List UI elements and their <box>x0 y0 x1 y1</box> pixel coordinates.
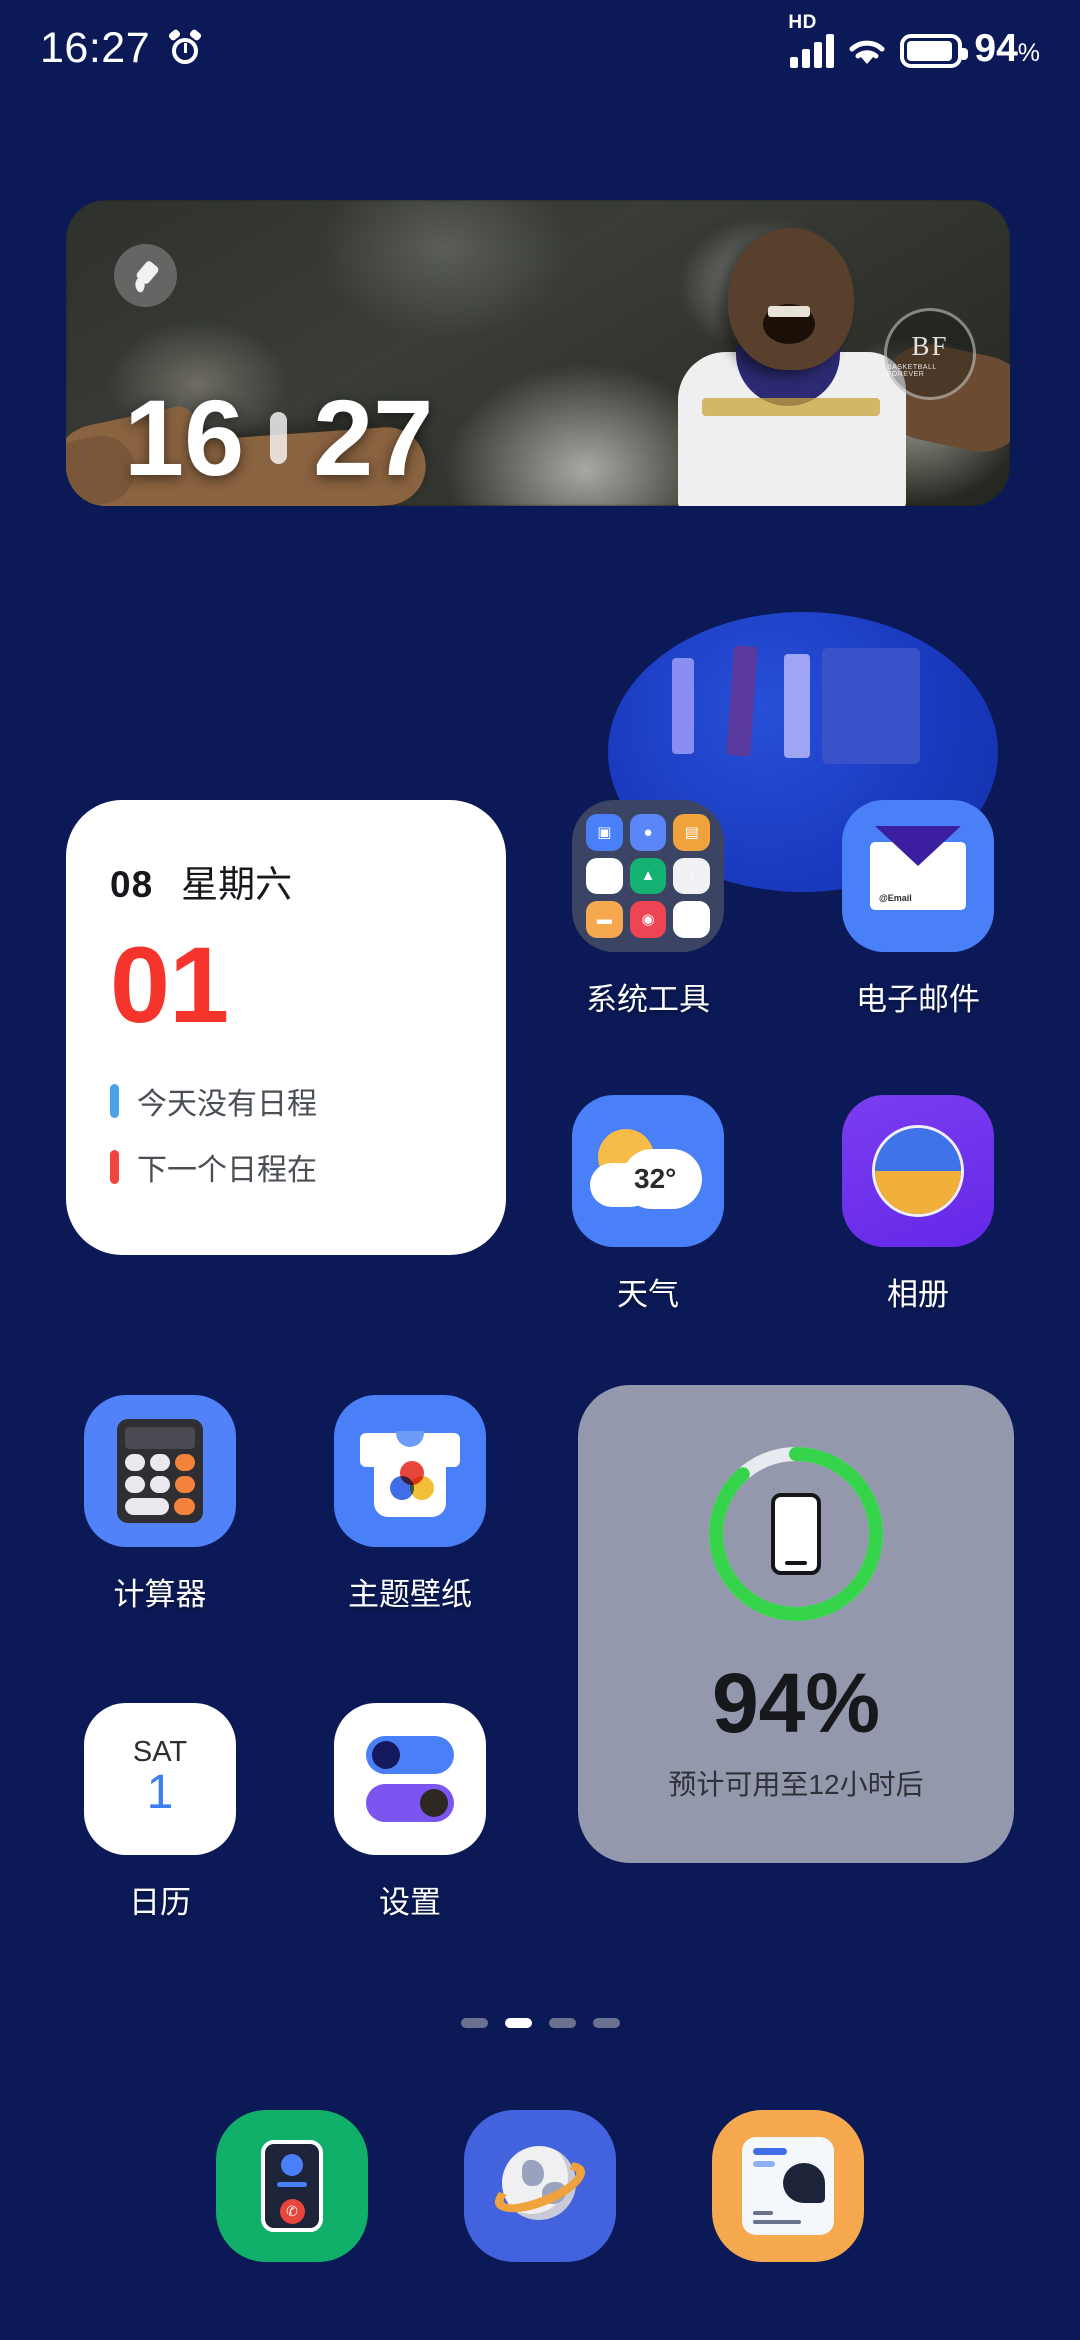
app-label: 相册 <box>887 1277 949 1312</box>
calendar-icon[interactable]: SAT 1 <box>84 1703 236 1855</box>
dock: ✆ <box>0 2110 1080 2262</box>
photo-clock-widget[interactable]: BF BASKETBALL FOREVER 16 27 <box>66 200 1010 506</box>
battery-percent-value: 94 <box>974 26 1018 70</box>
compass-icon: ◉ <box>629 901 667 938</box>
calendar-icon-day-abbr: SAT <box>132 1736 188 1769</box>
event-text: 下一个日程在 <box>137 1153 317 1187</box>
music-icon: ♪ <box>673 857 710 895</box>
notes-icon: ▤ <box>673 814 710 851</box>
app-system-tools[interactable]: ▣ ● ▤ ▦ ▲ ♪ ▬ ◉ ◐ 系统工具 <box>548 800 748 1019</box>
app-label: 设置 <box>379 1885 441 1920</box>
tools-icon: ▬ <box>586 901 623 938</box>
wifi-icon <box>846 34 888 68</box>
hd-indicator: HD <box>788 12 835 68</box>
clock-hours: 16 <box>124 377 245 498</box>
event-text: 今天没有日程 <box>137 1087 317 1121</box>
app-weather[interactable]: 32° 天气 <box>548 1095 748 1314</box>
watermark-initials: BF <box>911 330 949 361</box>
calendar-event-row[interactable]: 下一个日程在 <box>110 1145 506 1189</box>
watermark-subtitle: BASKETBALL FOREVER <box>887 363 937 378</box>
app-calculator[interactable]: 计算器 <box>60 1395 260 1614</box>
battery-ring <box>701 1439 891 1629</box>
app-email[interactable]: @Email 电子邮件 <box>818 800 1018 1019</box>
status-bar-left: 16:27 <box>40 23 203 73</box>
calendar-month: 08 <box>110 864 154 905</box>
alarm-clock-icon <box>167 28 203 65</box>
status-bar: 16:27 HD 94% <box>0 0 1080 96</box>
battery-widget-percent: 94% <box>711 1656 881 1750</box>
toggles-icon[interactable] <box>334 1703 486 1855</box>
envelope-icon[interactable]: @Email <box>842 800 994 952</box>
hd-label: HD <box>788 11 817 33</box>
calendar-day-number: 01 <box>110 924 229 1045</box>
app-label: 天气 <box>617 1277 679 1312</box>
app-themes[interactable]: 主题壁纸 <box>310 1395 510 1614</box>
battery-widget-estimate: 预计可用至12小时后 <box>668 1769 924 1800</box>
page-indicator <box>0 2018 1080 2028</box>
widget-clock: 16 27 <box>124 384 433 492</box>
pencil-edit-icon[interactable] <box>114 244 177 307</box>
calendar-day-of-week: 星期六 <box>181 864 293 905</box>
app-label: 电子邮件 <box>856 982 980 1017</box>
gallery-circle-icon[interactable] <box>842 1095 994 1247</box>
battery-icon <box>900 33 969 68</box>
app-label: 主题壁纸 <box>348 1577 472 1612</box>
clock-separator <box>270 412 288 464</box>
calendar-widget[interactable]: 08 星期六 01 今天没有日程 下一个日程在 <box>66 800 506 1255</box>
camera-icon: ● <box>629 814 667 851</box>
clock-minutes: 27 <box>313 377 434 498</box>
weather-temperature: 32° <box>634 1163 677 1194</box>
calculator-icon[interactable] <box>84 1395 236 1547</box>
phone-manager-icon: ◐ <box>673 901 710 938</box>
battery-widget[interactable]: 94% 预计可用至12小时后 <box>578 1385 1014 1863</box>
message-bubble-icon[interactable] <box>712 2110 864 2262</box>
folder-icon[interactable]: ▣ ● ▤ ▦ ▲ ♪ ▬ ◉ ◐ <box>572 800 724 952</box>
app-calendar[interactable]: SAT 1 日历 <box>60 1703 260 1922</box>
page-dot-active[interactable] <box>504 2018 532 2028</box>
app-store-icon: ▣ <box>586 814 623 851</box>
app-label: 日历 <box>129 1885 191 1920</box>
app-settings[interactable]: 设置 <box>310 1703 510 1922</box>
app-gallery[interactable]: 相册 <box>818 1095 1018 1314</box>
globe-browser-icon[interactable] <box>464 2110 616 2262</box>
envelope-tag: @Email <box>879 893 912 903</box>
battery-percent-label: 94% <box>974 29 1040 68</box>
toggle-switch-off <box>366 1784 454 1822</box>
toggle-switch-on <box>366 1736 454 1774</box>
phone-outline-icon <box>771 1493 821 1575</box>
page-dot[interactable] <box>592 2018 620 2028</box>
calendar-icon-date: 1 <box>146 1766 174 1820</box>
qr-scanner-icon: ▦ <box>586 857 623 895</box>
event-color-bar <box>110 1149 119 1184</box>
phone-call-icon[interactable]: ✆ <box>216 2110 368 2262</box>
calendar-event-list: 今天没有日程 下一个日程在 <box>110 1079 506 1189</box>
weather-mini-icon: ▲ <box>629 857 667 895</box>
status-bar-right: HD 94% <box>788 12 1040 68</box>
page-dot[interactable] <box>460 2018 488 2028</box>
watermark-badge: BF BASKETBALL FOREVER <box>884 308 976 400</box>
status-bar-clock: 16:27 <box>40 23 151 72</box>
calendar-event-row[interactable]: 今天没有日程 <box>110 1079 506 1123</box>
event-color-bar <box>110 1083 119 1118</box>
cellular-signal-icon <box>790 33 835 68</box>
app-label: 计算器 <box>113 1577 207 1612</box>
percent-symbol: % <box>1017 38 1040 67</box>
tshirt-icon[interactable] <box>334 1395 486 1547</box>
sun-cloud-icon[interactable]: 32° <box>572 1095 724 1247</box>
calendar-widget-header: 08 星期六 <box>110 854 506 908</box>
page-dot[interactable] <box>548 2018 576 2028</box>
app-label: 系统工具 <box>586 982 710 1017</box>
